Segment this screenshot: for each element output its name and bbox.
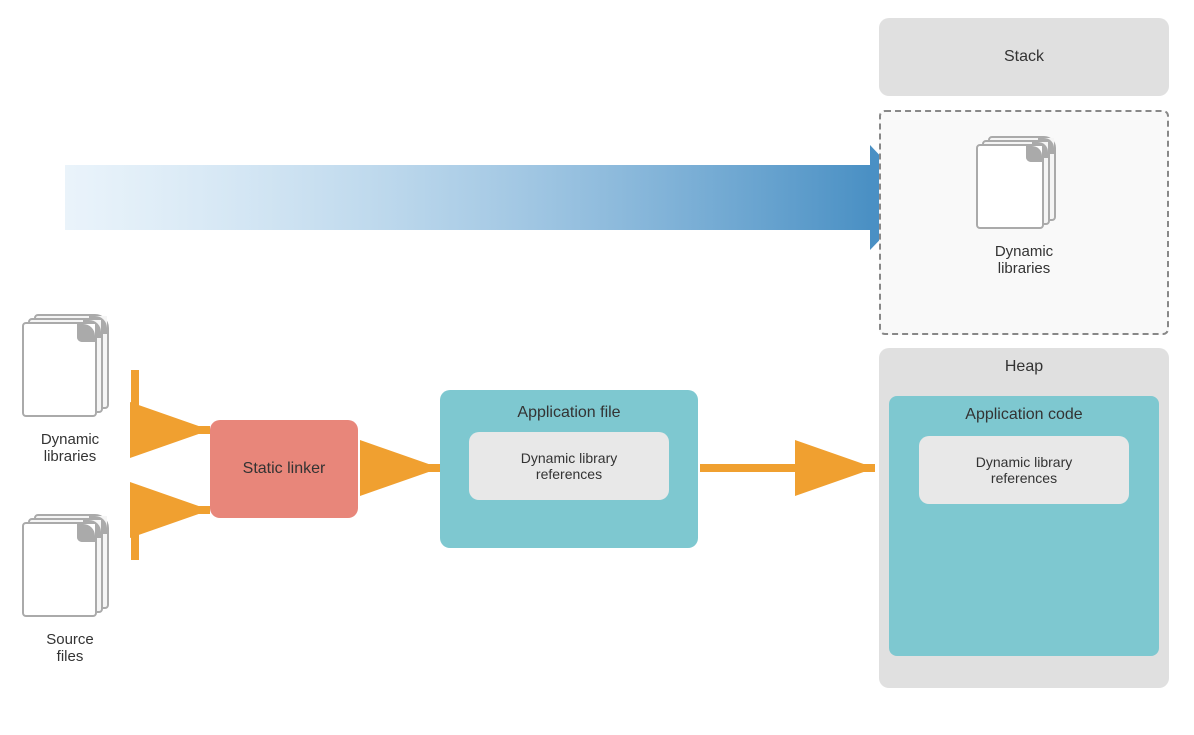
source-files-group: Source files bbox=[20, 510, 120, 665]
sourcefiles-label: Source files bbox=[46, 631, 94, 665]
app-file-title: Application file bbox=[517, 404, 620, 422]
heap-label: Heap bbox=[879, 348, 1169, 382]
app-file-box: Application file Dynamic libraryreferenc… bbox=[440, 390, 698, 548]
dynamic-libraries-group: Dynamic libraries bbox=[20, 310, 120, 465]
diagram: Dynamic libraries Source files Static bbox=[0, 0, 1194, 735]
blue-arrow-body bbox=[65, 165, 870, 230]
dynlibs-doc-stack bbox=[20, 310, 120, 425]
app-code-box: Application code Dynamic libraryreferenc… bbox=[889, 396, 1159, 656]
sourcefiles-to-linker-arrow bbox=[135, 510, 210, 560]
dyn-libs-memory-dashed: Dynamic libraries bbox=[879, 110, 1169, 335]
static-linker-box: Static linker bbox=[210, 420, 358, 518]
app-file-ref-box: Dynamic libraryreferences bbox=[469, 432, 669, 500]
heap-box: Heap Application code Dynamic libraryref… bbox=[879, 348, 1169, 688]
app-code-ref-box: Dynamic libraryreferences bbox=[919, 436, 1129, 504]
app-code-title: Application code bbox=[965, 406, 1082, 424]
stack-box: Stack bbox=[879, 18, 1169, 96]
dynlibs-to-linker-arrow bbox=[135, 370, 210, 430]
dynlibs-memory-label: Dynamic libraries bbox=[995, 243, 1053, 277]
sourcefiles-doc-stack bbox=[20, 510, 120, 625]
stack-label: Stack bbox=[1004, 48, 1044, 66]
static-linker-label: Static linker bbox=[243, 460, 326, 478]
dynlibs-label: Dynamic libraries bbox=[41, 431, 99, 465]
